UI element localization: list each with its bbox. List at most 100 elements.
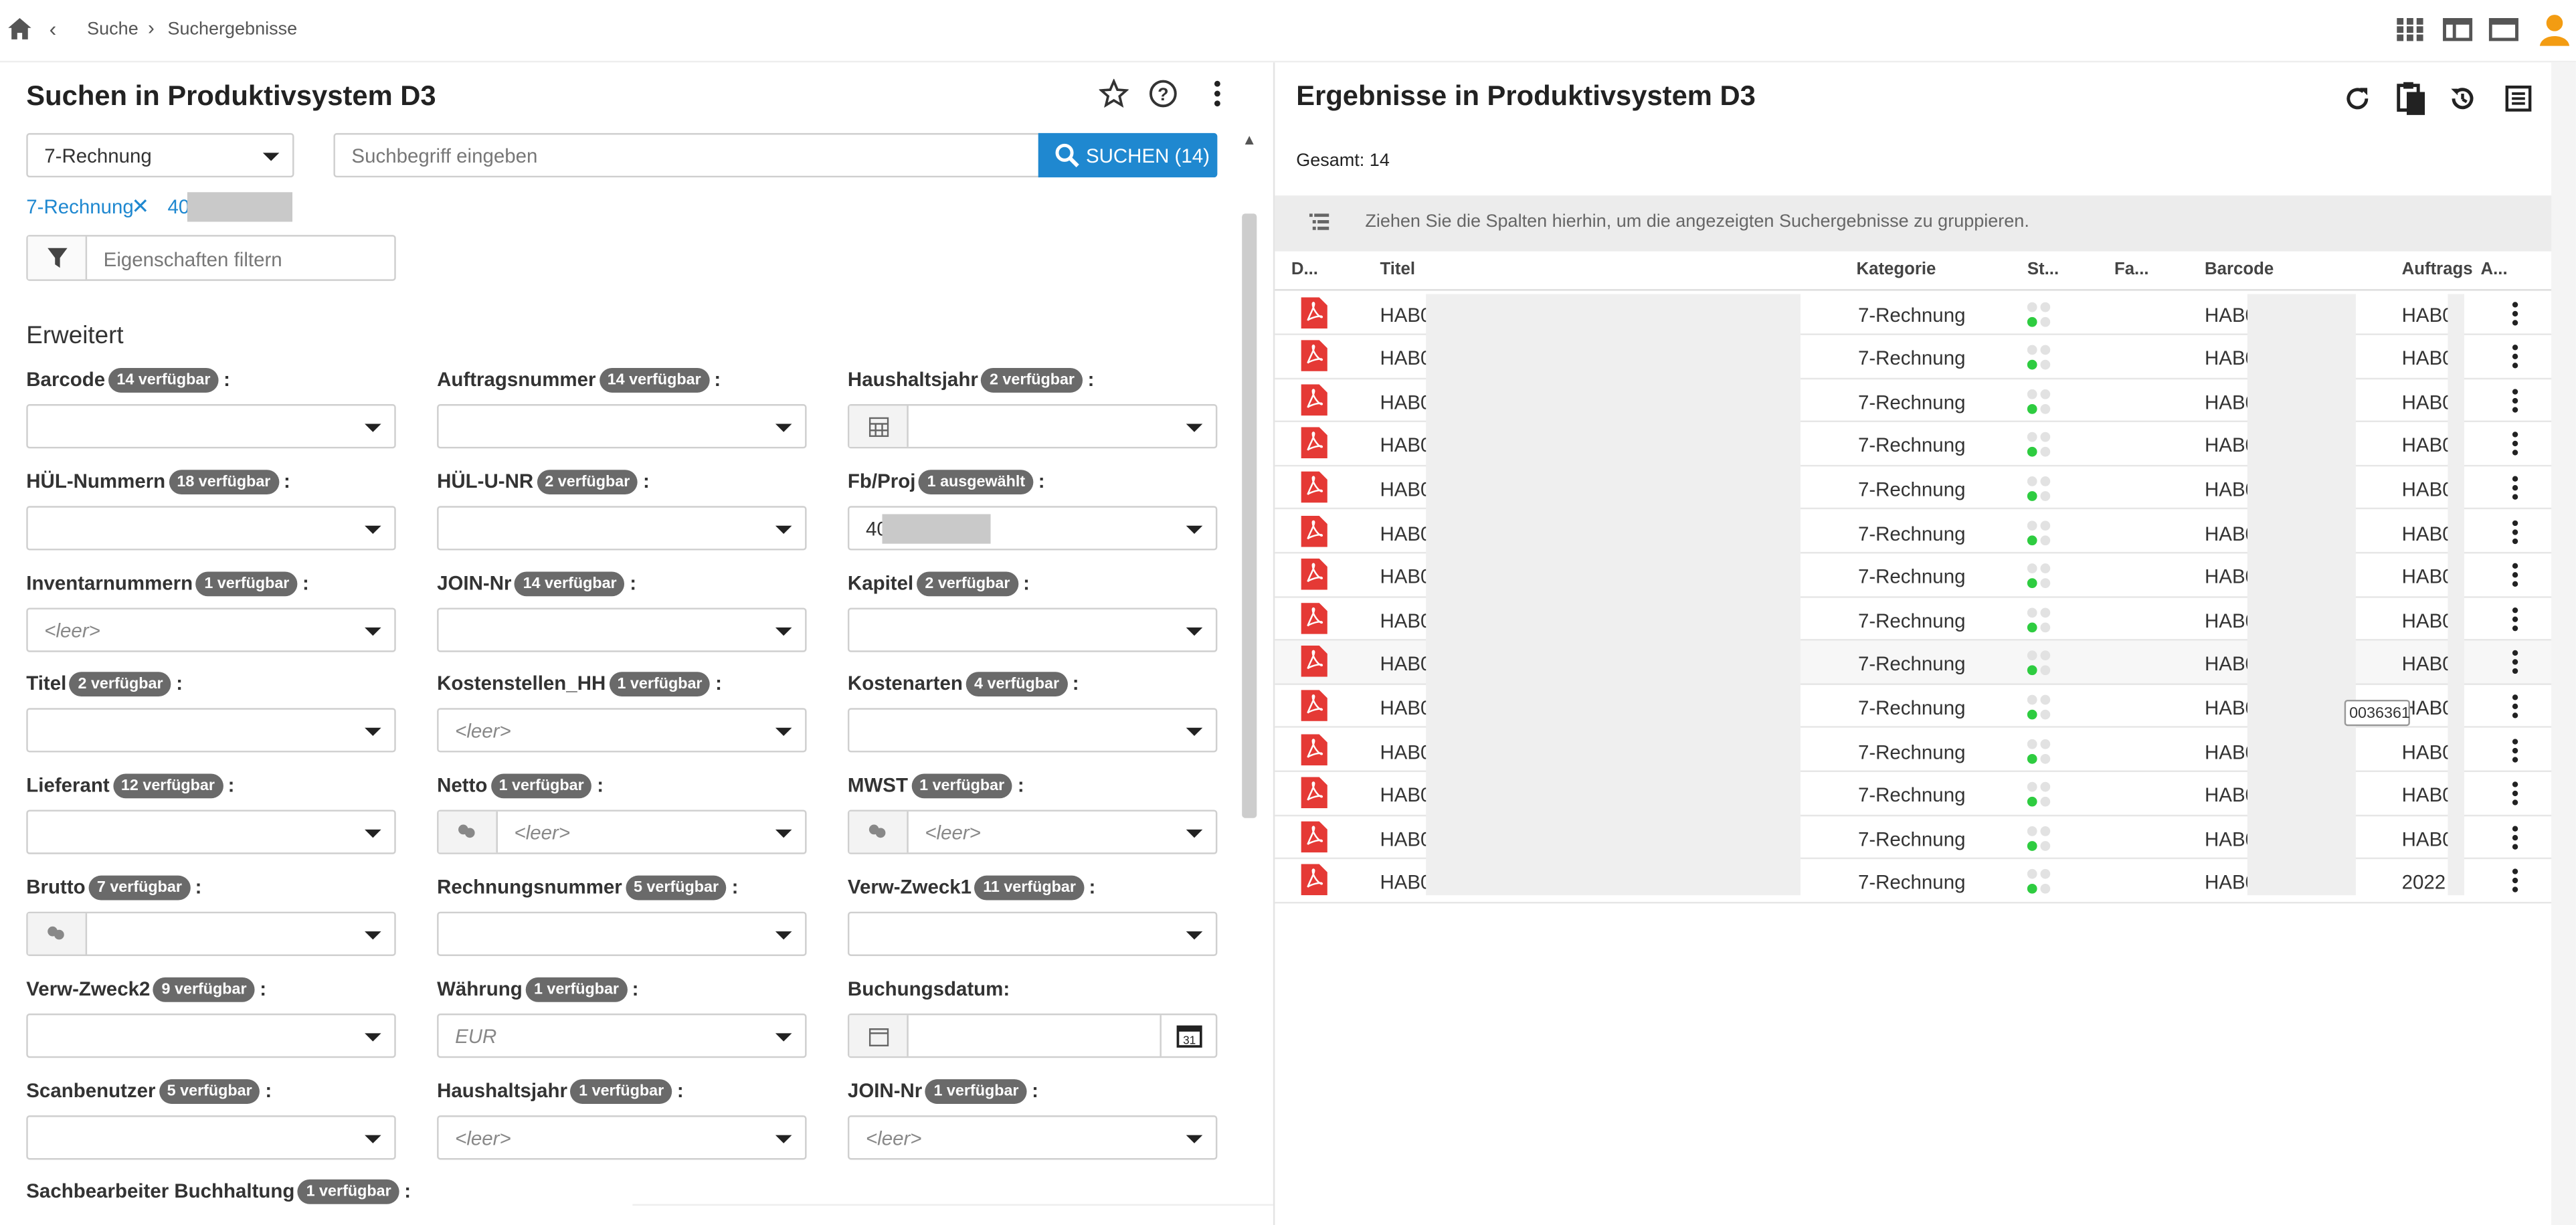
home-icon[interactable] bbox=[7, 17, 33, 43]
chip-fbproj[interactable]: 40 bbox=[167, 195, 189, 218]
field-select[interactable] bbox=[26, 404, 396, 449]
pdf-icon bbox=[1301, 689, 1327, 721]
date-picker-button[interactable]: 31 bbox=[1160, 1014, 1215, 1056]
currency-icon bbox=[438, 812, 498, 853]
field-select[interactable]: <leer> bbox=[26, 607, 396, 652]
apps-grid-icon[interactable] bbox=[2395, 17, 2425, 43]
column-status[interactable]: St... bbox=[2027, 260, 2059, 279]
cell-kategorie: 7-Rechnung bbox=[1857, 521, 1966, 545]
field-label-colon: : bbox=[597, 773, 604, 797]
row-menu-icon[interactable] bbox=[2510, 387, 2520, 413]
status-icon bbox=[2027, 301, 2051, 326]
field-select[interactable] bbox=[26, 1013, 396, 1058]
cell-auftrag: HAB0 bbox=[2401, 565, 2454, 589]
field-select[interactable] bbox=[437, 911, 807, 956]
column-kategorie[interactable]: Kategorie bbox=[1856, 260, 1936, 279]
group-drop-zone[interactable]: Ziehen Sie die Spalten hierhin, um die a… bbox=[1275, 195, 2553, 252]
row-menu-icon[interactable] bbox=[2510, 519, 2520, 545]
field-select[interactable] bbox=[437, 607, 807, 652]
field-label-colon: : bbox=[676, 1078, 684, 1102]
column-fa[interactable]: Fa... bbox=[2114, 260, 2149, 279]
clipboard-icon[interactable] bbox=[2395, 80, 2428, 116]
search-input[interactable]: Suchbegriff eingeben bbox=[333, 132, 1040, 178]
field-select[interactable] bbox=[437, 404, 807, 449]
row-menu-icon[interactable] bbox=[2510, 562, 2520, 588]
row-menu-icon[interactable] bbox=[2510, 693, 2520, 719]
refresh-icon[interactable] bbox=[2342, 84, 2372, 113]
pdf-icon bbox=[1301, 559, 1327, 590]
field-select[interactable]: EUR bbox=[437, 1013, 807, 1058]
field-select[interactable] bbox=[437, 505, 807, 551]
left-scroll-thumb[interactable] bbox=[1242, 213, 1257, 818]
row-menu-icon[interactable] bbox=[2510, 824, 2520, 850]
field-select[interactable] bbox=[26, 911, 396, 956]
back-button[interactable]: ‹ bbox=[50, 17, 57, 41]
field-label-text: Scanbenutzer bbox=[26, 1078, 156, 1102]
category-select[interactable]: 7-Rechnung bbox=[26, 132, 294, 178]
column-titel[interactable]: Titel bbox=[1380, 260, 1415, 279]
field-label: Inventarnummern 1 verfügbar: bbox=[26, 571, 309, 596]
scroll-up-icon[interactable]: ▲ bbox=[1242, 131, 1257, 148]
row-menu-icon[interactable] bbox=[2510, 650, 2520, 676]
field-label-text: Haushaltsjahr bbox=[847, 367, 978, 391]
field-select[interactable]: <leer> bbox=[437, 1115, 807, 1159]
field-select[interactable]: <leer> bbox=[437, 810, 807, 855]
user-avatar-icon[interactable] bbox=[2538, 13, 2571, 46]
results-title: Ergebnisse in Produktivsystem D3 bbox=[1296, 80, 1756, 112]
cell-titel: HAB0 bbox=[1380, 696, 1432, 720]
column-auftrags[interactable]: Auftrags bbox=[2402, 260, 2473, 279]
field-select[interactable] bbox=[26, 505, 396, 551]
split-layout-icon[interactable] bbox=[2443, 17, 2473, 43]
breadcrumb-item-suche[interactable]: Suche bbox=[87, 19, 139, 39]
field-select[interactable]: <leer> bbox=[847, 1115, 1218, 1159]
close-icon[interactable]: ✕ bbox=[131, 194, 149, 220]
field-select[interactable] bbox=[847, 607, 1218, 652]
chevron-down-icon bbox=[1186, 1134, 1203, 1143]
history-icon[interactable] bbox=[2448, 84, 2477, 113]
field-label: Auftragsnummer 14 verfügbar: bbox=[437, 367, 721, 393]
field-select[interactable]: <leer> bbox=[847, 810, 1218, 855]
field-label-text: Lieferant bbox=[26, 773, 110, 797]
field-label-text: Währung bbox=[437, 977, 523, 1000]
column-doc-type[interactable]: D... bbox=[1291, 260, 1318, 279]
availability-badge: 1 ausgewählt bbox=[919, 469, 1034, 494]
cell-auftrag: HAB0 bbox=[2401, 390, 2454, 413]
cell-titel: HAB0 bbox=[1380, 390, 1432, 413]
row-menu-icon[interactable] bbox=[2510, 343, 2520, 369]
list-view-icon[interactable] bbox=[2504, 84, 2533, 113]
field-label-text: Inventarnummern bbox=[26, 571, 193, 594]
more-vert-icon[interactable] bbox=[1202, 79, 1232, 108]
search-button[interactable]: SUCHEN (14) bbox=[1038, 132, 1218, 178]
field-select[interactable]: 31 bbox=[847, 1013, 1218, 1058]
row-menu-icon[interactable] bbox=[2510, 737, 2520, 763]
row-menu-icon[interactable] bbox=[2510, 300, 2520, 326]
row-menu-icon[interactable] bbox=[2510, 780, 2520, 806]
filter-button[interactable] bbox=[27, 236, 88, 280]
row-menu-icon[interactable] bbox=[2510, 474, 2520, 500]
field-select[interactable] bbox=[26, 1115, 396, 1159]
column-barcode[interactable]: Barcode bbox=[2205, 260, 2274, 279]
help-icon[interactable]: ? bbox=[1148, 79, 1178, 108]
chip-category[interactable]: 7-Rechnung bbox=[26, 195, 134, 218]
field-select[interactable]: <leer> bbox=[437, 709, 807, 753]
status-icon bbox=[2027, 345, 2051, 370]
field-select[interactable] bbox=[847, 911, 1218, 956]
field-select[interactable] bbox=[26, 810, 396, 855]
field-select[interactable] bbox=[847, 404, 1218, 449]
row-menu-icon[interactable] bbox=[2510, 605, 2520, 632]
field-label: JOIN-Nr 1 verfügbar: bbox=[848, 1078, 1038, 1103]
star-icon[interactable] bbox=[1099, 78, 1129, 108]
row-menu-icon[interactable] bbox=[2510, 431, 2520, 457]
field-select[interactable]: 40 bbox=[847, 505, 1218, 551]
field-select[interactable] bbox=[26, 709, 396, 753]
right-scrollbar[interactable] bbox=[2551, 62, 2576, 1225]
property-filter-input[interactable]: Eigenschaften filtern bbox=[26, 235, 396, 281]
chevron-down-icon bbox=[1186, 931, 1203, 940]
field-select[interactable] bbox=[847, 709, 1218, 753]
status-icon bbox=[2027, 738, 2051, 763]
redacted-block bbox=[882, 514, 991, 544]
column-actions[interactable]: A... bbox=[2481, 260, 2508, 279]
row-menu-icon[interactable] bbox=[2510, 868, 2520, 894]
chevron-down-icon bbox=[775, 525, 792, 534]
single-layout-icon[interactable] bbox=[2488, 17, 2518, 43]
